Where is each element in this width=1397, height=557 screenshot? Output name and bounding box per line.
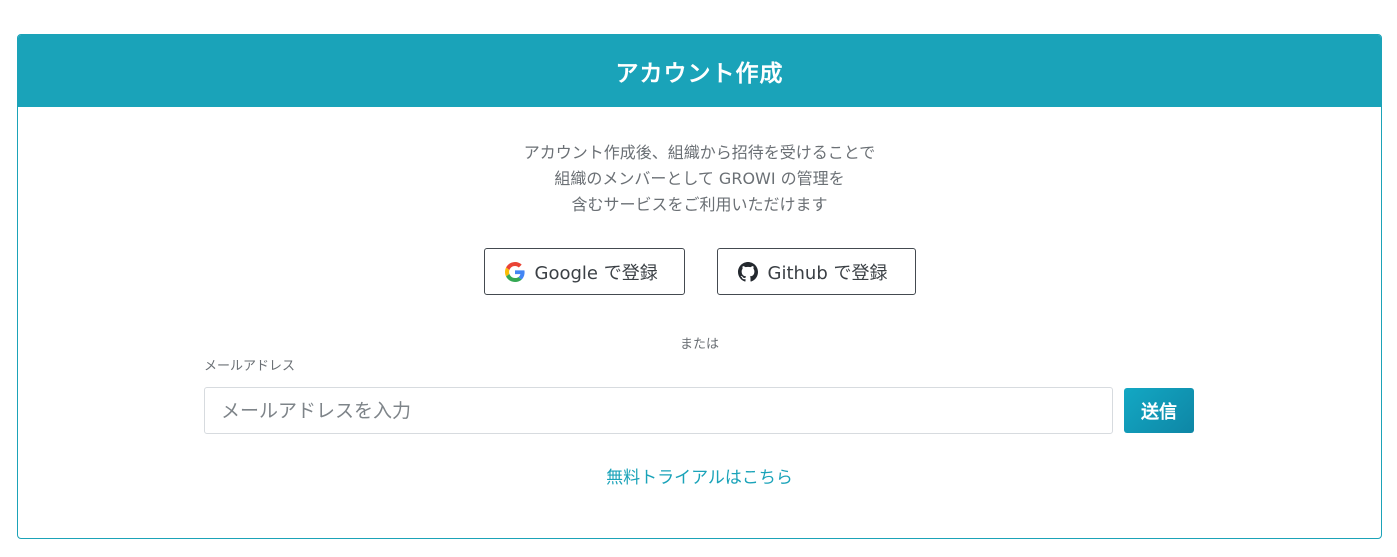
email-input-row: 送信 [204,387,1194,434]
page-title: アカウント作成 [615,61,784,87]
google-signup-button[interactable]: Google で登録 [483,248,685,295]
signup-card: アカウント作成 アカウント作成後、組織から招待を受けることで 組織のメンバーとし… [17,34,1382,539]
github-icon [737,261,758,282]
or-divider: または [679,337,719,352]
description-line: 組織のメンバーとして GROWI の管理を [554,169,845,188]
email-form: メールアドレス 送信 [204,355,1194,434]
google-icon [504,261,525,282]
trial-link-wrapper: 無料トライアルはこちら [18,463,1381,488]
github-signup-label: Github で登録 [767,262,888,284]
email-input[interactable] [204,387,1113,434]
free-trial-link[interactable]: 無料トライアルはこちら [606,468,793,488]
description-line: 含むサービスをご利用いただけます [571,195,828,214]
oauth-buttons: Google で登録 Github で登録 [18,248,1381,295]
description: アカウント作成後、組織から招待を受けることで 組織のメンバーとして GROWI … [18,140,1381,218]
github-signup-button[interactable]: Github で登録 [716,248,916,295]
submit-button[interactable]: 送信 [1124,388,1194,433]
email-label: メールアドレス [204,359,296,374]
google-signup-label: Google で登録 [534,262,658,284]
description-line: アカウント作成後、組織から招待を受けることで [523,143,876,162]
card-header: アカウント作成 [18,35,1381,107]
